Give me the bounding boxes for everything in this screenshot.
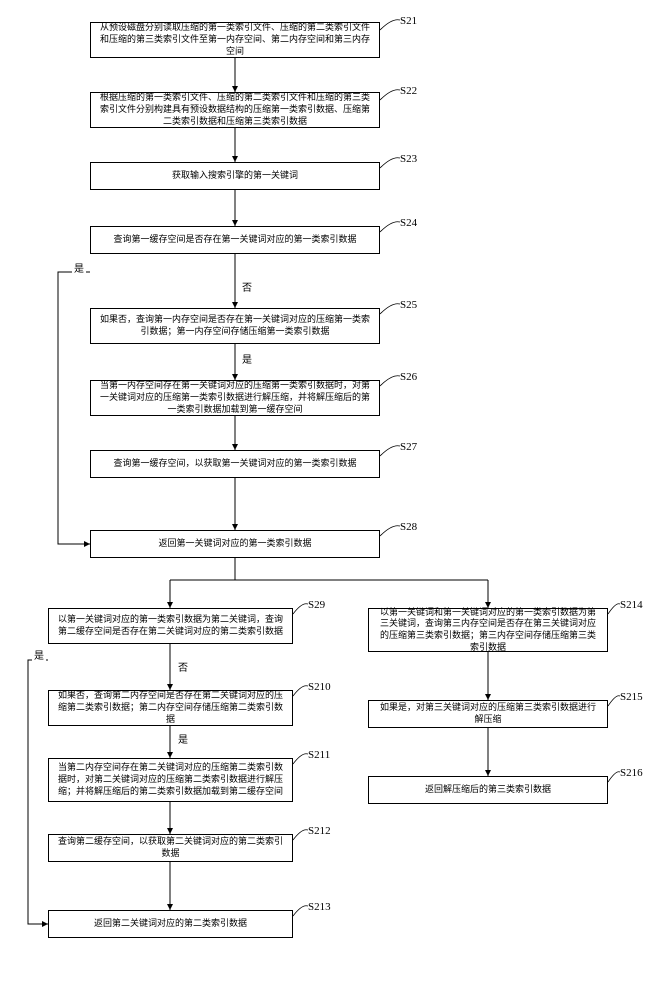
- step-s23: 获取输入搜索引擎的第一关键词: [90, 162, 380, 190]
- step-text: 返回解压缩后的第三类索引数据: [425, 784, 551, 796]
- label-s27: S27: [400, 440, 417, 454]
- step-s28: 返回第一关键词对应的第一类索引数据: [90, 530, 380, 558]
- step-s22: 根据压缩的第一类索引文件、压缩的第二类索引文件和压缩的第三类索引文件分别构建具有…: [90, 92, 380, 128]
- step-text: 获取输入搜索引擎的第一关键词: [172, 170, 298, 182]
- label-s24: S24: [400, 216, 417, 230]
- step-s214: 以第一关键词和第一关键词对应的第一类索引数据为第三关键词，查询第三内存空间是否存…: [368, 608, 608, 652]
- label-s26: S26: [400, 370, 417, 384]
- label-s21: S21: [400, 14, 417, 28]
- step-s29: 以第一关键词对应的第一类索引数据为第二关键词，查询第二缓存空间是否存在第二关键词…: [48, 608, 293, 644]
- label-s25: S25: [400, 298, 417, 312]
- step-text: 查询第一缓存空间，以获取第一关键词对应的第一类索引数据: [113, 458, 356, 470]
- edge-s24-no: 否: [240, 282, 254, 295]
- label-s213: S213: [308, 900, 331, 914]
- step-text: 如果是，对第三关键词对应的压缩第三类索引数据进行解压缩: [377, 702, 599, 725]
- step-s210: 如果否，查询第二内存空间是否存在第二关键词对应的压缩第二类索引数据；第二内存空间…: [48, 690, 293, 726]
- step-text: 如果否，查询第一内存空间是否存在第一关键词对应的压缩第一类索引数据；第一内存空间…: [99, 314, 371, 337]
- label-s214: S214: [620, 598, 643, 612]
- step-s24: 查询第一缓存空间是否存在第一关键词对应的第一类索引数据: [90, 226, 380, 254]
- label-s29: S29: [308, 598, 325, 612]
- edge-s24-yes: 是: [72, 263, 86, 276]
- step-s211: 当第二内存空间存在第二关键词对应的压缩第二类索引数据时，对第二关键词对应的压缩第…: [48, 758, 293, 802]
- step-text: 以第一关键词和第一关键词对应的第一类索引数据为第三关键词，查询第三内存空间是否存…: [377, 607, 599, 654]
- step-s212: 查询第二缓存空间，以获取第二关键词对应的第二类索引数据: [48, 834, 293, 862]
- step-text: 以第一关键词对应的第一类索引数据为第二关键词，查询第二缓存空间是否存在第二关键词…: [57, 614, 284, 637]
- step-s216: 返回解压缩后的第三类索引数据: [368, 776, 608, 804]
- label-s216: S216: [620, 766, 643, 780]
- step-text: 当第二内存空间存在第二关键词对应的压缩第二类索引数据时，对第二关键词对应的压缩第…: [57, 762, 284, 797]
- step-text: 查询第二缓存空间，以获取第二关键词对应的第二类索引数据: [57, 836, 284, 859]
- label-s215: S215: [620, 690, 643, 704]
- step-text: 如果否，查询第二内存空间是否存在第二关键词对应的压缩第二类索引数据；第二内存空间…: [57, 690, 284, 725]
- label-s28: S28: [400, 520, 417, 534]
- step-text: 从预设磁盘分别读取压缩的第一类索引文件、压缩的第二类索引文件和压缩的第三类索引文…: [99, 22, 371, 57]
- label-s210: S210: [308, 680, 331, 694]
- step-text: 根据压缩的第一类索引文件、压缩的第二类索引文件和压缩的第三类索引文件分别构建具有…: [99, 92, 371, 127]
- edge-s29-yes: 是: [32, 650, 46, 663]
- label-s211: S211: [308, 748, 330, 762]
- edge-s25-yes: 是: [240, 354, 254, 367]
- step-text: 当第一内存空间存在第一关键词对应的压缩第一类索引数据时，对第一关键词对应的压缩第…: [99, 380, 371, 415]
- step-s25: 如果否，查询第一内存空间是否存在第一关键词对应的压缩第一类索引数据；第一内存空间…: [90, 308, 380, 344]
- step-text: 返回第一关键词对应的第一类索引数据: [158, 538, 311, 550]
- step-text: 返回第二关键词对应的第二类索引数据: [94, 918, 247, 930]
- label-s212: S212: [308, 824, 331, 838]
- step-s21: 从预设磁盘分别读取压缩的第一类索引文件、压缩的第二类索引文件和压缩的第三类索引文…: [90, 22, 380, 58]
- edge-s29-no: 否: [176, 662, 190, 675]
- step-text: 查询第一缓存空间是否存在第一关键词对应的第一类索引数据: [113, 234, 356, 246]
- step-s213: 返回第二关键词对应的第二类索引数据: [48, 910, 293, 938]
- step-s26: 当第一内存空间存在第一关键词对应的压缩第一类索引数据时，对第一关键词对应的压缩第…: [90, 380, 380, 416]
- step-s215: 如果是，对第三关键词对应的压缩第三类索引数据进行解压缩: [368, 700, 608, 728]
- label-s23: S23: [400, 152, 417, 166]
- edge-s210-yes: 是: [176, 734, 190, 747]
- step-s27: 查询第一缓存空间，以获取第一关键词对应的第一类索引数据: [90, 450, 380, 478]
- label-s22: S22: [400, 84, 417, 98]
